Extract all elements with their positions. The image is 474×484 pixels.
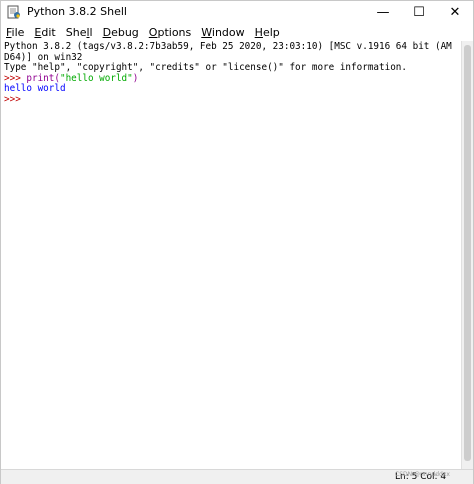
vertical-scrollbar[interactable] [461,41,473,469]
menu-edit[interactable]: Edit [29,26,60,39]
idle-shell-window: Python 3.8.2 Shell — ☐ ✕ File Edit Shell… [0,0,474,484]
menu-debug[interactable]: Debug [98,26,144,39]
code-string: "hello world" [59,72,133,84]
title-bar[interactable]: Python 3.8.2 Shell — ☐ ✕ [1,1,473,23]
menu-help[interactable]: Help [250,26,285,39]
code-builtin: print( [26,72,60,84]
python-idle-icon [7,5,20,19]
scrollbar-thumb[interactable] [464,45,471,461]
watermark: CSDN @nnndddxx [395,471,450,478]
input-line: >>> print("hello world") [4,72,458,85]
code-paren: ) [132,72,139,84]
maximize-icon: ☐ [413,4,425,20]
shell-prompt-active: >>> [4,93,27,105]
menu-bar: File Edit Shell Debug Options Window Hel… [1,24,473,41]
menu-file[interactable]: File [1,26,29,39]
window-title: Python 3.8.2 Shell [27,5,127,18]
shell-prompt: >>> [4,72,27,84]
menu-window[interactable]: Window [196,26,249,39]
banner-line-1: Python 3.8.2 (tags/v3.8.2:7b3ab59, Feb 2… [4,41,452,52]
close-icon: ✕ [449,4,461,20]
minimize-button[interactable]: — [363,1,403,23]
active-prompt-line[interactable]: >>> [4,93,458,106]
close-button[interactable]: ✕ [435,1,474,23]
output-line: hello world [4,83,66,95]
maximize-button[interactable]: ☐ [399,1,439,23]
shell-text-area[interactable]: Python 3.8.2 (tags/v3.8.2:7b3ab59, Feb 2… [1,41,461,469]
minimize-icon: — [376,4,390,20]
menu-options[interactable]: Options [144,26,196,39]
menu-shell[interactable]: Shell [61,26,98,39]
